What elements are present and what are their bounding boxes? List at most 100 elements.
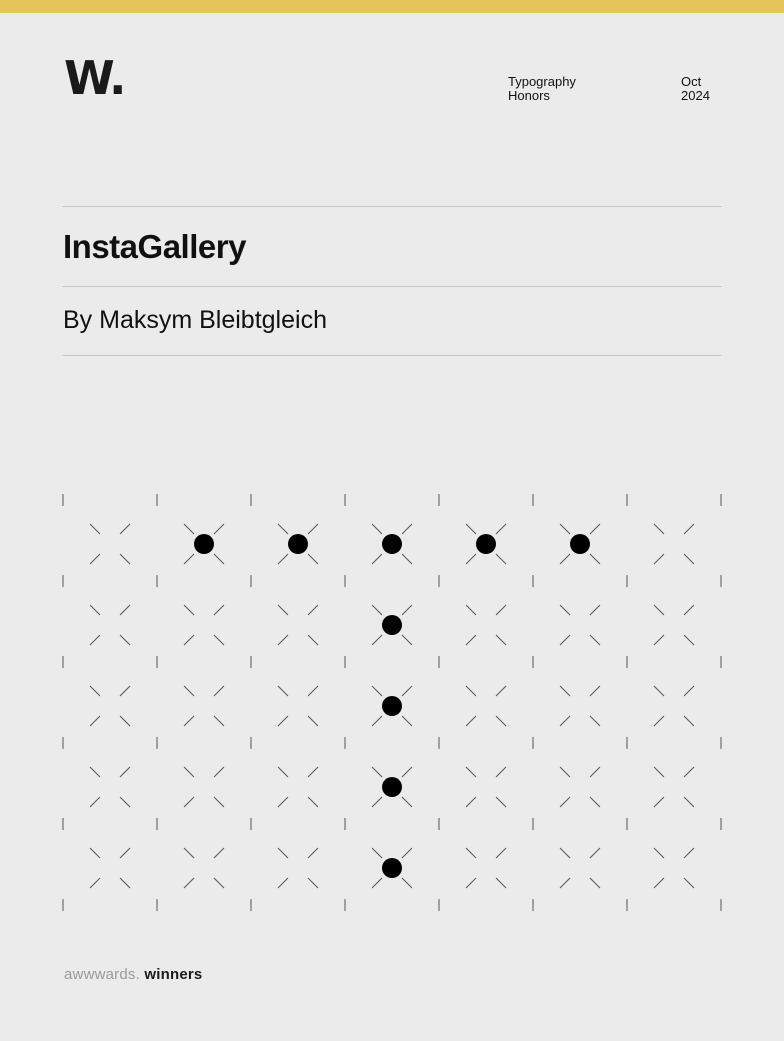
cell-stroke <box>589 604 601 616</box>
cell-stroke <box>465 847 477 859</box>
cell-stroke <box>465 796 477 808</box>
cell-stroke <box>559 796 571 808</box>
cell-stroke <box>213 685 225 697</box>
cell-stroke <box>183 604 195 616</box>
cell-stroke <box>401 553 413 565</box>
award-category-line-2: Honors <box>508 88 550 103</box>
cell-stroke <box>277 766 289 778</box>
cell-stroke <box>183 766 195 778</box>
cell-stroke <box>559 685 571 697</box>
cell-stroke <box>119 796 131 808</box>
cell-stroke <box>183 634 195 646</box>
cell-stroke <box>277 634 289 646</box>
cell-stroke <box>277 796 289 808</box>
cell-stroke <box>589 523 601 535</box>
cell-stroke <box>559 877 571 889</box>
cell-stroke <box>89 796 101 808</box>
cell-stroke <box>683 766 695 778</box>
cell-stroke <box>119 766 131 778</box>
cell-stroke <box>277 847 289 859</box>
cell-stroke <box>371 685 383 697</box>
cell-stroke <box>277 685 289 697</box>
cell-stroke <box>213 877 225 889</box>
cell-stroke <box>183 796 195 808</box>
cell-stroke <box>589 685 601 697</box>
project-title: InstaGallery <box>63 228 246 265</box>
cell-stroke <box>653 523 665 535</box>
filled-dot <box>382 858 402 878</box>
cell-stroke <box>119 847 131 859</box>
cell-stroke <box>307 604 319 616</box>
cell-stroke <box>371 877 383 889</box>
cell-stroke <box>401 685 413 697</box>
cell-stroke <box>683 553 695 565</box>
award-month: Oct <box>681 74 702 89</box>
cell-stroke <box>589 634 601 646</box>
cell-stroke <box>589 847 601 859</box>
filled-dot <box>570 534 590 554</box>
cell-stroke <box>183 523 195 535</box>
cell-stroke <box>371 796 383 808</box>
cell-stroke <box>307 523 319 535</box>
cell-stroke <box>683 715 695 727</box>
cell-stroke <box>89 634 101 646</box>
cell-stroke <box>401 634 413 646</box>
cell-stroke <box>183 715 195 727</box>
filled-dot <box>382 534 402 554</box>
cell-stroke <box>653 847 665 859</box>
cell-stroke <box>653 766 665 778</box>
cell-stroke <box>683 604 695 616</box>
cell-stroke <box>589 715 601 727</box>
award-date: Oct 2024 <box>681 75 710 103</box>
cell-stroke <box>589 766 601 778</box>
cell-stroke <box>465 715 477 727</box>
cell-stroke <box>213 847 225 859</box>
cell-stroke <box>465 634 477 646</box>
cell-stroke <box>683 634 695 646</box>
cell-stroke <box>89 553 101 565</box>
cell-stroke <box>371 847 383 859</box>
cell-stroke <box>371 634 383 646</box>
cell-stroke <box>653 715 665 727</box>
cell-stroke <box>213 766 225 778</box>
cell-stroke <box>495 715 507 727</box>
cell-stroke <box>653 685 665 697</box>
cell-stroke <box>559 604 571 616</box>
cell-stroke <box>213 523 225 535</box>
awwwards-logo: W. <box>64 51 126 105</box>
cell-stroke <box>495 634 507 646</box>
cell-stroke <box>495 877 507 889</box>
cell-stroke <box>277 553 289 565</box>
cell-stroke <box>401 847 413 859</box>
cell-stroke <box>89 766 101 778</box>
footer-suffix: winners <box>140 966 203 983</box>
cell-stroke <box>213 604 225 616</box>
cell-stroke <box>119 523 131 535</box>
footer-credit: awwwards. winners <box>64 966 202 983</box>
cell-stroke <box>683 685 695 697</box>
cell-stroke <box>277 877 289 889</box>
cell-stroke <box>401 766 413 778</box>
cell-stroke <box>89 715 101 727</box>
cell-stroke <box>465 604 477 616</box>
cell-stroke <box>559 634 571 646</box>
cell-stroke <box>495 796 507 808</box>
cell-stroke <box>589 553 601 565</box>
cell-stroke <box>183 553 195 565</box>
cell-stroke <box>653 604 665 616</box>
cell-stroke <box>89 604 101 616</box>
cell-stroke <box>213 553 225 565</box>
cell-stroke <box>371 523 383 535</box>
filled-dot <box>382 777 402 797</box>
cell-stroke <box>495 523 507 535</box>
cell-stroke <box>401 877 413 889</box>
cell-stroke <box>495 847 507 859</box>
cell-stroke <box>559 766 571 778</box>
cell-stroke <box>653 553 665 565</box>
cell-stroke <box>183 847 195 859</box>
filled-dot <box>382 615 402 635</box>
divider-middle <box>62 286 722 287</box>
dot-grid-pattern <box>62 494 722 911</box>
cell-stroke <box>89 847 101 859</box>
cell-stroke <box>401 796 413 808</box>
